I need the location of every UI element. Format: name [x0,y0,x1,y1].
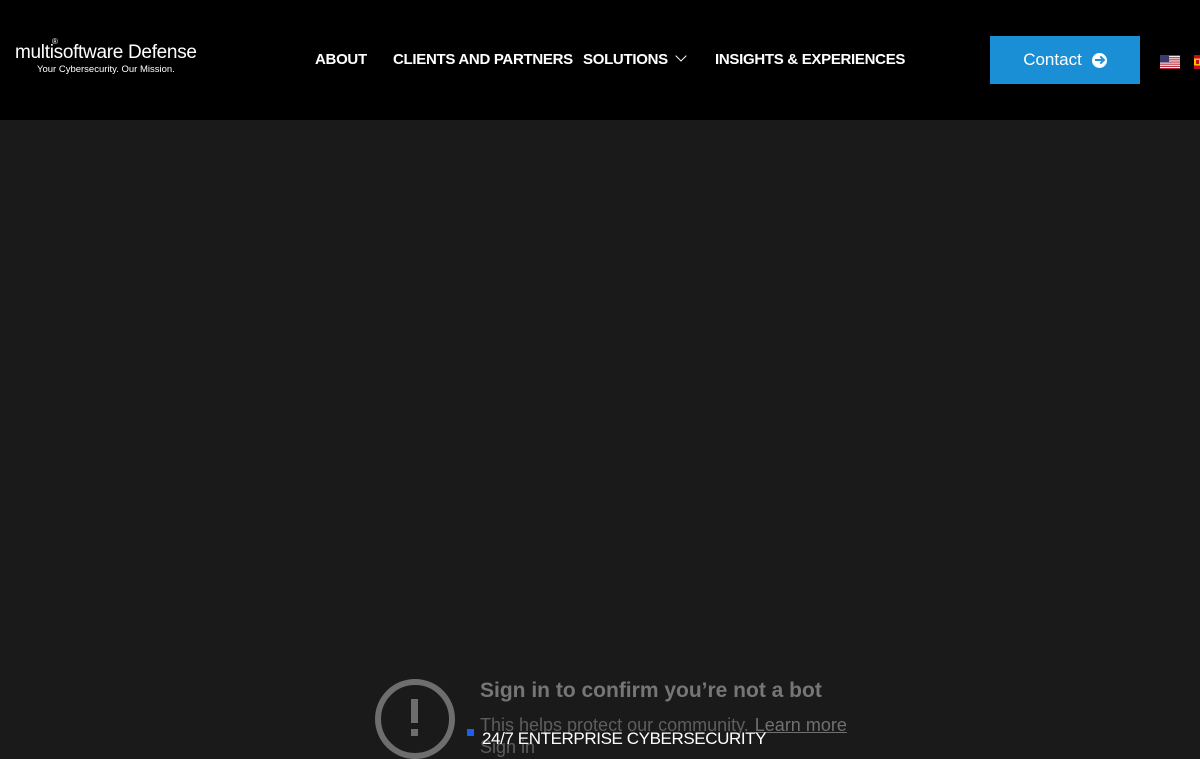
registered-mark: ® [52,37,58,46]
nav-insights-and-experiences[interactable]: INSIGHTS & EXPERIENCES [715,51,905,69]
chevron-down-icon [675,50,687,62]
nav-clients-and-partners[interactable]: CLIENTS AND PARTNERS [393,51,573,69]
bot-check-title: Sign in to confirm you’re not a bot [480,679,822,702]
exclamation-circle-icon [375,679,455,759]
es-flag-icon[interactable] [1194,55,1200,69]
nav-solutions-label: SOLUTIONS [583,51,668,68]
logo-wordmark: multisoftware Defense ® [15,37,197,64]
contact-label: Contact [1023,50,1082,69]
learn-more-link[interactable]: Learn more [755,715,847,735]
enterprise-badge-label: 24/7 ENTERPRISE CYBERSECURITY [482,729,767,748]
us-flag-icon[interactable] [1160,55,1180,69]
logo[interactable]: multisoftware Defense ® Your Cybersecuri… [15,37,197,76]
contact-button[interactable]: Contact [990,36,1140,84]
logo-tagline: Your Cybersecurity. Our Mission. [37,64,175,75]
nav-about[interactable]: ABOUT [315,51,367,69]
video-embed[interactable] [0,120,1200,750]
nav-solutions[interactable]: SOLUTIONS [583,50,687,69]
site-header: multisoftware Defense ® Your Cybersecuri… [0,0,1200,120]
arrow-right-circle-icon [1091,52,1107,68]
badge-square-icon [467,729,474,736]
